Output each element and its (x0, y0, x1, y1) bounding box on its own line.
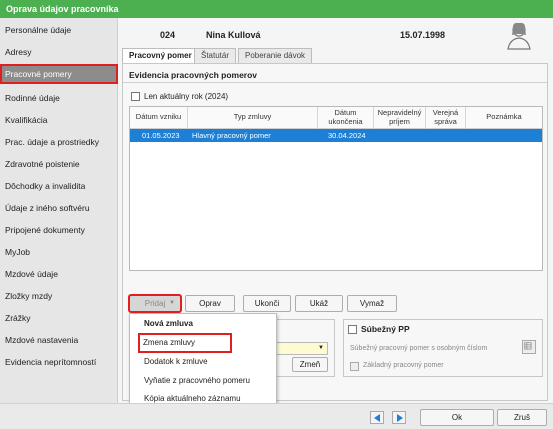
lookup-icon[interactable] (522, 340, 536, 354)
edit-button[interactable]: Oprav (185, 295, 235, 312)
concurrent-field-label: Súbežný pracovný pomer s osobným číslom (350, 345, 488, 352)
sidebar-item-documents[interactable]: Pripojené dokumenty (0, 220, 118, 240)
chevron-down-icon: ▼ (318, 345, 324, 351)
chevron-down-icon: ▼ (169, 300, 175, 306)
sidebar-item-myjob[interactable]: MyJob (0, 242, 118, 262)
tab-benefits[interactable]: Poberanie dávok (238, 48, 313, 63)
sidebar-item-deductions[interactable]: Zrážky (0, 308, 118, 328)
sidebar-item-personal[interactable]: Personálne údaje (0, 20, 118, 40)
cell-end-date: 30.04.2024 (328, 131, 366, 140)
column-header[interactable]: Verejná správa (426, 107, 466, 129)
arrow-left-icon (374, 414, 380, 422)
divider (123, 82, 547, 83)
menu-item-exemption[interactable]: Vyňatie z pracovného pomeru (130, 372, 278, 390)
add-menu: Nová zmluva Zmena zmluvy Dodatok k zmluv… (129, 313, 277, 408)
add-dropdown-button[interactable]: Pridaj ▼ (128, 294, 182, 313)
footer-bar: Ok Zruš (0, 403, 553, 429)
sidebar-item-wage-components[interactable]: Zložky mzdy (0, 286, 118, 306)
table-row[interactable]: 01.05.2023 Hlavný pracovný pomer 30.04.2… (130, 129, 542, 142)
sidebar: Personálne údaje Adresy Pracovné pomery … (0, 18, 118, 403)
show-button[interactable]: Ukáž (295, 295, 343, 312)
base-employment-label: Základný pracovný pomer (363, 362, 444, 369)
column-header[interactable]: Typ zmluvy (188, 107, 318, 129)
sidebar-item-family[interactable]: Rodinné údaje (0, 88, 118, 108)
column-header[interactable]: Dátum ukončenia (318, 107, 374, 129)
concurrent-checkbox[interactable] (348, 325, 357, 334)
delete-button[interactable]: Vymaž (347, 295, 397, 312)
sidebar-item-addresses[interactable]: Adresy (0, 42, 118, 62)
tab-employment[interactable]: Pracovný pomer (122, 48, 199, 64)
ok-button[interactable]: Ok (420, 409, 494, 426)
sidebar-item-other-software[interactable]: Údaje z iného softvéru (0, 198, 118, 218)
employment-table: Dátum vzniku Typ zmluvy Dátum ukončenia … (129, 106, 543, 271)
next-button[interactable] (392, 411, 406, 424)
section-title: Evidencia pracovných pomerov (129, 70, 258, 80)
column-header[interactable]: Dátum vzniku (130, 107, 188, 129)
menu-item-amendment[interactable]: Dodatok k zmluve (130, 353, 278, 371)
cell-start-date: 01.05.2023 (142, 131, 180, 140)
employee-birth-date: 15.07.1998 (400, 30, 446, 40)
sidebar-item-wage-settings[interactable]: Mzdové nastavenia (0, 330, 118, 350)
window-title: Oprava údajov pracovníka (0, 0, 553, 18)
concurrent-title: Súbežný PP (361, 324, 410, 334)
employee-name: Nina Kullová (206, 30, 261, 40)
sidebar-item-absences[interactable]: Evidencia neprítomností (0, 352, 118, 372)
sidebar-item-health-insurance[interactable]: Zdravotné poistenie (0, 154, 118, 174)
cancel-button[interactable]: Zruš (497, 409, 547, 426)
menu-item-new-contract[interactable]: Nová zmluva (130, 315, 278, 333)
sidebar-item-pensions[interactable]: Dôchodky a invalidita (0, 176, 118, 196)
current-year-label: Len aktuálny rok (2024) (144, 92, 229, 101)
previous-button[interactable] (370, 411, 384, 424)
cell-contract-type: Hlavný pracovný pomer (192, 131, 271, 140)
tab-statutory[interactable]: Štatutár (194, 48, 237, 63)
concurrent-group: Súbežný PP Súbežný pracovný pomer s osob… (343, 319, 543, 377)
sidebar-item-employment[interactable]: Pracovné pomery (0, 64, 118, 84)
sidebar-item-wage-data[interactable]: Mzdové údaje (0, 264, 118, 284)
menu-item-change-contract[interactable]: Zmena zmluvy (138, 333, 232, 353)
current-year-checkbox[interactable] (131, 92, 140, 101)
base-employment-checkbox[interactable] (350, 362, 359, 371)
column-header[interactable]: Poznámka (466, 107, 542, 129)
end-button[interactable]: Ukonči (243, 295, 291, 312)
avatar (507, 22, 531, 50)
employee-number: 024 (160, 30, 176, 40)
add-label: Pridaj (144, 299, 166, 308)
column-header[interactable]: Nepravidelný príjem (374, 107, 426, 129)
change-button[interactable]: Zmeň (292, 357, 328, 372)
sidebar-item-qualification[interactable]: Kvalifikácia (0, 110, 118, 130)
arrow-right-icon (397, 414, 403, 422)
grid-icon (524, 342, 532, 350)
sidebar-item-work-data[interactable]: Prac. údaje a prostriedky (0, 132, 118, 152)
